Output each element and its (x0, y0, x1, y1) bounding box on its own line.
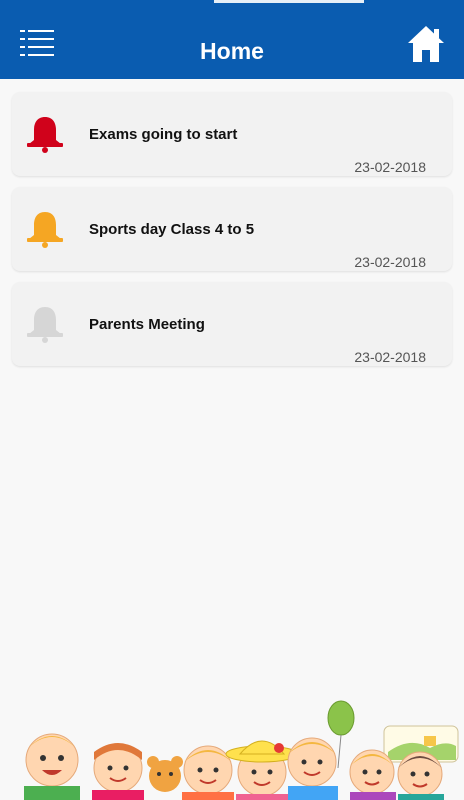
notice-date: 23-02-2018 (354, 254, 426, 270)
notice-card[interactable]: Parents Meeting 23-02-2018 (12, 282, 452, 366)
notice-title: Parents Meeting (89, 316, 205, 333)
app-header: Home (0, 0, 464, 79)
notice-date: 23-02-2018 (354, 349, 426, 365)
home-icon (408, 26, 444, 62)
bell-icon (27, 212, 63, 248)
page-title: Home (200, 38, 264, 64)
notice-title: Sports day Class 4 to 5 (89, 221, 255, 238)
bell-icon (27, 307, 63, 343)
bell-icon (27, 117, 63, 153)
notice-card[interactable]: Exams going to start 23-02-2018 (12, 92, 452, 176)
notice-card[interactable]: Sports day Class 4 to 5 23-02-2018 (12, 187, 452, 271)
status-bar-icons (214, 0, 364, 7)
notice-title: Exams going to start (89, 126, 238, 143)
kids-illustration (24, 700, 459, 800)
status-bar (0, 0, 464, 8)
notice-list: Exams going to start 23-02-2018 Sports d… (12, 92, 452, 377)
notice-date: 23-02-2018 (354, 159, 426, 175)
home-button[interactable] (406, 24, 446, 64)
